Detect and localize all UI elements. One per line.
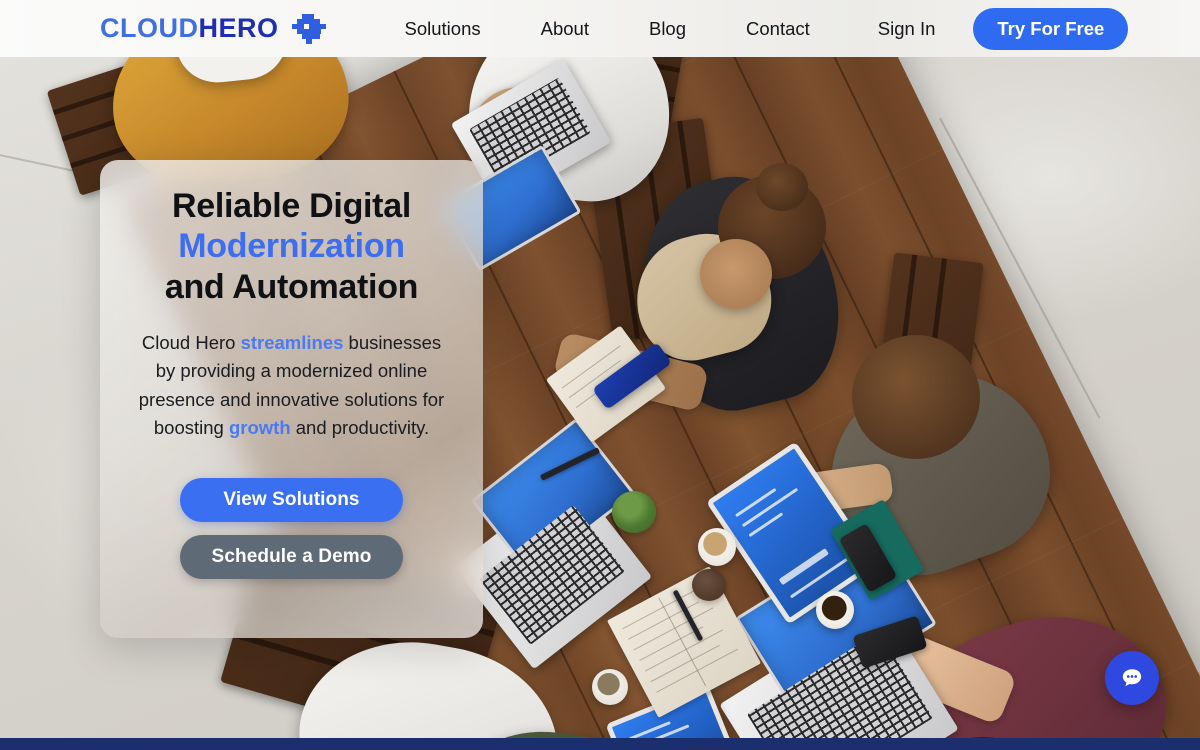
cloud-diamond-logo-icon: [291, 13, 326, 44]
hero-desc-accent-growth: growth: [228, 416, 291, 438]
chat-bubble-dots-icon: [1122, 669, 1142, 687]
photo-small-plant: [612, 491, 656, 533]
hero-heading: Reliable Digital Modernization and Autom…: [118, 186, 465, 307]
footer-strip: [0, 738, 1200, 750]
photo-cup: [592, 669, 628, 705]
photo-person-hair-bun: [756, 163, 808, 211]
hero-glass-card: Reliable Digital Modernization and Autom…: [100, 160, 483, 638]
site-header: CLOUDHERO Solutions About Blog Contact S…: [0, 0, 1200, 57]
photo-dried-plant: [692, 569, 726, 601]
hero-heading-line-2: Modernization: [178, 227, 405, 266]
hero-desc-part-3: and productivity.: [290, 416, 430, 438]
hero-heading-line-1: Reliable Digital: [172, 187, 411, 225]
site-logo[interactable]: CLOUDHERO: [100, 12, 327, 46]
sign-in-link[interactable]: Sign In: [840, 0, 974, 57]
hero-heading-line-3: and Automation: [164, 267, 419, 306]
try-for-free-button[interactable]: Try For Free: [973, 7, 1129, 50]
chat-widget-button[interactable]: [1105, 651, 1159, 705]
photo-coffee-cup: [698, 528, 736, 566]
hero-action-buttons: View Solutions Schedule a Demo: [118, 477, 465, 579]
hero-description: Cloud Hero streamlines businesses by pro…: [118, 329, 465, 441]
schedule-demo-button[interactable]: Schedule a Demo: [180, 534, 403, 579]
photo-person-head: [700, 239, 772, 309]
nav-link-about[interactable]: About: [511, 0, 619, 57]
photo-coffee-cup: [816, 591, 854, 629]
hero-desc-accent-streamlines: streamlines: [240, 332, 344, 354]
nav-link-contact[interactable]: Contact: [716, 0, 840, 57]
landing-page: CLOUDHERO Solutions About Blog Contact S…: [0, 0, 1200, 750]
view-solutions-button[interactable]: View Solutions: [180, 477, 403, 522]
nav-link-solutions[interactable]: Solutions: [375, 0, 511, 57]
primary-navigation: Solutions About Blog Contact: [375, 0, 840, 57]
logo-wordmark: CLOUDHERO: [100, 15, 279, 42]
nav-link-blog[interactable]: Blog: [619, 0, 716, 57]
logo-text-cloud: CLOUD: [100, 13, 199, 43]
logo-text-hero: HERO: [198, 13, 279, 43]
photo-person-curly-hair: [852, 335, 980, 459]
header-actions: Sign In Try For Free: [840, 0, 1129, 57]
hero-desc-part-1: Cloud Hero: [141, 332, 241, 354]
